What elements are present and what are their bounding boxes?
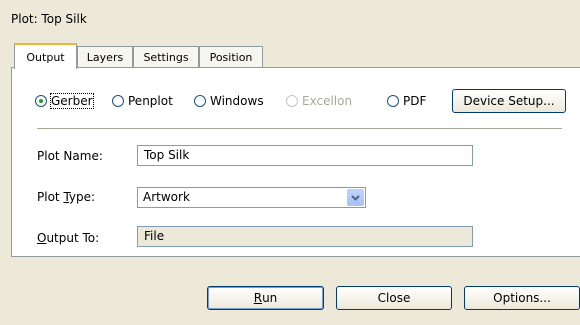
device-setup-button[interactable]: Device Setup... <box>452 89 566 113</box>
tab-position-label: Position <box>209 51 253 64</box>
run-button-key: R <box>253 291 263 305</box>
radio-penplot[interactable]: Penplot <box>112 92 173 110</box>
tab-settings-label: Settings <box>143 51 189 64</box>
radio-gerber-label: Gerber <box>50 93 94 109</box>
radio-excellon-label: Excellon <box>302 94 353 108</box>
plot-type-label-pre: Plot <box>37 190 64 204</box>
run-button[interactable]: Run <box>207 286 324 310</box>
plot-type-label-post: ype: <box>68 190 96 204</box>
radio-pdf-icon[interactable] <box>387 95 399 107</box>
radio-windows-label: Windows <box>210 94 264 108</box>
tab-output[interactable]: Output <box>14 43 77 69</box>
chevron-down-icon[interactable] <box>347 189 364 206</box>
radio-gerber[interactable]: Gerber <box>35 92 94 110</box>
close-button[interactable]: Close <box>336 286 452 310</box>
plot-type-select[interactable]: Artwork <box>137 187 366 208</box>
radio-windows-icon[interactable] <box>194 95 206 107</box>
radio-excellon: Excellon <box>286 92 352 110</box>
plot-name-label: Plot Name: <box>37 149 103 163</box>
plot-type-label: Plot Type: <box>37 190 95 204</box>
separator <box>37 128 562 129</box>
tab-position[interactable]: Position <box>199 46 263 67</box>
tab-layers[interactable]: Layers <box>77 46 133 67</box>
tab-settings[interactable]: Settings <box>133 46 199 67</box>
run-button-rest: un <box>262 291 278 305</box>
radio-pdf-label: PDF <box>403 94 427 108</box>
radio-excellon-icon <box>286 95 298 107</box>
radio-gerber-icon[interactable] <box>35 95 47 107</box>
radio-pdf[interactable]: PDF <box>387 92 426 110</box>
dialog-title: Plot: Top Silk <box>11 12 87 26</box>
radio-penplot-icon[interactable] <box>112 95 124 107</box>
output-to-label-post: utput To: <box>46 231 100 245</box>
tab-layers-label: Layers <box>86 51 124 64</box>
radio-penplot-label: Penplot <box>128 94 173 108</box>
output-to-label: Output To: <box>37 231 99 245</box>
plot-type-value: Artwork <box>143 190 190 204</box>
plot-name-input[interactable]: Top Silk <box>137 145 473 166</box>
options-button[interactable]: Options... <box>464 286 580 310</box>
output-to-field: File <box>137 226 473 247</box>
radio-windows[interactable]: Windows <box>194 92 264 110</box>
tab-output-label: Output <box>26 51 65 64</box>
